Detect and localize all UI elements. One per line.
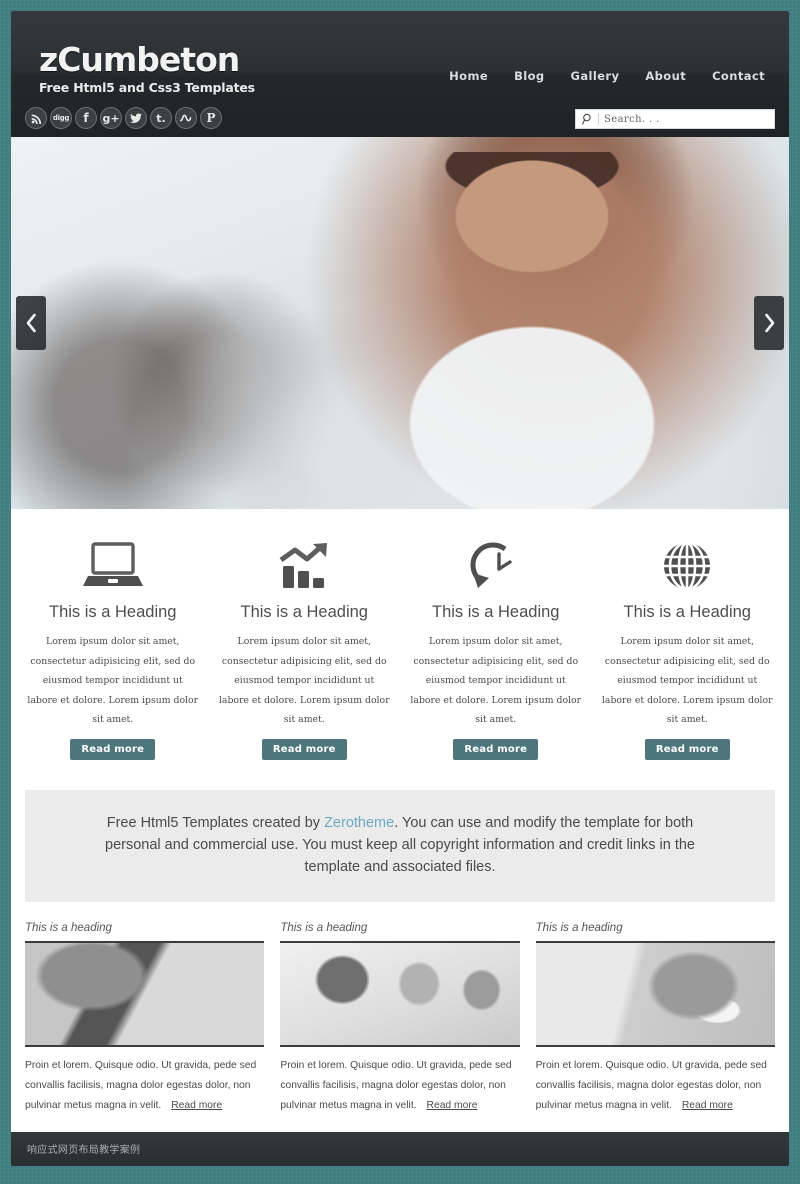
callout-section: Free Html5 Templates created by Zerothem…: [11, 789, 789, 902]
nav-item-contact[interactable]: Contact: [712, 69, 765, 83]
read-more-button[interactable]: Read more: [453, 738, 539, 760]
feature-title: This is a Heading: [49, 603, 177, 621]
digg-icon[interactable]: digg: [50, 107, 72, 129]
bar-chart-arrow-icon: [219, 535, 391, 597]
blog-card: This is a heading Proin et lorem. Quisqu…: [280, 921, 520, 1116]
feature-card: This is a Heading Lorem ipsum dolor sit …: [17, 535, 209, 760]
blog-text: Proin et lorem. Quisque odio. Ut gravida…: [280, 1056, 519, 1116]
brand-tagline: Free Html5 and Css3 Templates: [39, 80, 255, 95]
zerotheme-link[interactable]: Zerotheme: [324, 815, 394, 831]
nav-item-home[interactable]: Home: [449, 69, 488, 83]
read-more-button[interactable]: Read more: [644, 738, 730, 760]
brand-title: zCumbeton: [39, 40, 240, 79]
header-utility-bar: digg f g+ t. P: [11, 106, 789, 137]
facebook-icon[interactable]: f: [75, 107, 97, 129]
clock-rewind-icon: [410, 535, 582, 597]
feature-text: Lorem ipsum dolor sit amet, consectetur …: [410, 636, 582, 726]
laptop-icon: [27, 535, 199, 597]
blog-section: This is a heading Proin et lorem. Quisqu…: [11, 901, 789, 1132]
features-section: This is a Heading Lorem ipsum dolor sit …: [11, 509, 789, 790]
nav-item-gallery[interactable]: Gallery: [571, 69, 620, 83]
feature-title: This is a Heading: [432, 603, 560, 621]
rss-icon[interactable]: [25, 107, 47, 129]
feature-text: Lorem ipsum dolor sit amet, consectetur …: [218, 636, 390, 726]
blog-card: This is a heading Proin et lorem. Quisqu…: [25, 921, 265, 1116]
read-more-button[interactable]: Read more: [70, 738, 156, 760]
footer-text: 响应式网页布局教学案例: [27, 1145, 141, 1157]
twitter-icon[interactable]: [125, 107, 147, 129]
blog-heading: This is a heading: [25, 921, 112, 934]
site-header: zCumbeton Free Html5 and Css3 Templates …: [11, 11, 789, 137]
slider-prev-button[interactable]: [16, 296, 46, 350]
search-box[interactable]: [575, 109, 775, 129]
tumblr-icon[interactable]: t.: [150, 107, 172, 129]
slider-next-button[interactable]: [754, 296, 784, 350]
blog-text: Proin et lorem. Quisque odio. Ut gravida…: [536, 1056, 775, 1116]
social-links: digg f g+ t. P: [25, 107, 222, 129]
google-plus-icon[interactable]: g+: [100, 107, 122, 129]
blog-read-more-link[interactable]: Read more: [427, 1100, 478, 1111]
blog-thumbnail[interactable]: [535, 940, 775, 1047]
feature-card: This is a Heading Lorem ipsum dolor sit …: [209, 535, 401, 760]
feature-text: Lorem ipsum dolor sit amet, consectetur …: [601, 636, 773, 726]
nav-item-blog[interactable]: Blog: [514, 69, 544, 83]
blog-read-more-link[interactable]: Read more: [682, 1100, 733, 1111]
main-navigation: Home Blog Gallery About Contact: [449, 69, 765, 83]
blog-text: Proin et lorem. Quisque odio. Ut gravida…: [25, 1056, 264, 1116]
blog-thumbnail[interactable]: [25, 940, 265, 1047]
feature-title: This is a Heading: [623, 603, 751, 621]
pinterest-icon[interactable]: P: [200, 107, 222, 129]
read-more-button[interactable]: Read more: [261, 738, 347, 760]
callout-text-before: Free Html5 Templates created by: [106, 814, 325, 831]
feature-card: This is a Heading Lorem ipsum dolor sit …: [592, 535, 784, 760]
search-icon: [580, 111, 596, 127]
globe-icon: [602, 535, 774, 597]
nav-item-about[interactable]: About: [645, 69, 686, 83]
search-input[interactable]: [604, 113, 770, 125]
blog-heading: This is a heading: [535, 921, 623, 934]
site-footer: 响应式网页布局教学案例: [11, 1131, 789, 1166]
blog-heading: This is a heading: [280, 921, 368, 934]
hero-slider: [11, 137, 789, 509]
feature-card: This is a Heading Lorem ipsum dolor sit …: [400, 535, 592, 760]
stumbleupon-icon[interactable]: [175, 107, 197, 129]
blog-thumbnail[interactable]: [280, 940, 520, 1047]
search-divider: [598, 113, 599, 125]
blog-read-more-link[interactable]: Read more: [171, 1100, 222, 1111]
page-wrapper: zCumbeton Free Html5 and Css3 Templates …: [11, 11, 789, 1173]
feature-text: Lorem ipsum dolor sit amet, consectetur …: [27, 636, 199, 726]
blog-card: This is a heading Proin et lorem. Quisqu…: [535, 921, 775, 1116]
callout-banner: Free Html5 Templates created by Zerothem…: [25, 789, 775, 902]
feature-title: This is a Heading: [240, 603, 368, 621]
brand[interactable]: zCumbeton Free Html5 and Css3 Templates: [39, 43, 255, 95]
hero-slide-subject: [353, 151, 712, 509]
